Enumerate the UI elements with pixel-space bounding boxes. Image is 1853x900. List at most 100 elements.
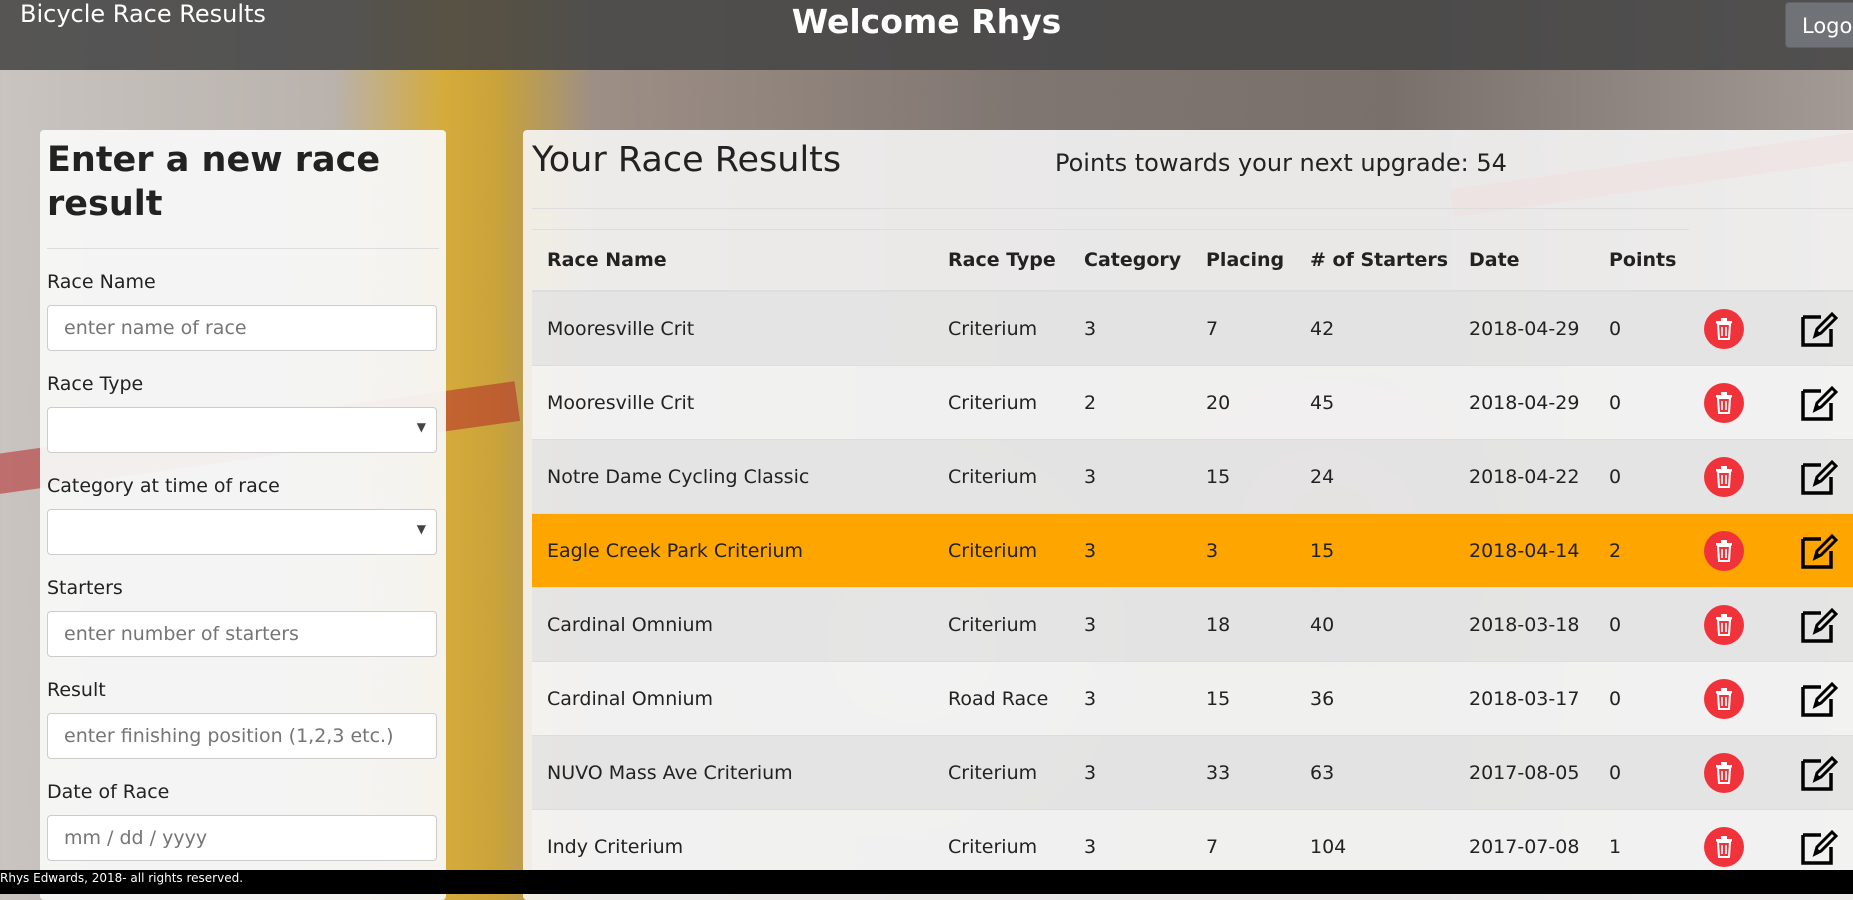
- delete-button[interactable]: [1704, 308, 1744, 349]
- edit-icon: [1799, 679, 1839, 719]
- delete-cell: [1687, 661, 1778, 736]
- column-header: # of Starters: [1295, 230, 1454, 292]
- cell-type: Criterium: [933, 513, 1069, 588]
- delete-cell: [1687, 735, 1778, 810]
- delete-button[interactable]: [1704, 530, 1744, 571]
- edit-cell: [1778, 439, 1853, 514]
- date-input[interactable]: [47, 815, 437, 861]
- cell-placing: 15: [1191, 439, 1295, 514]
- result-label: Result: [47, 679, 106, 701]
- delete-button[interactable]: [1704, 826, 1744, 867]
- edit-button[interactable]: [1799, 827, 1839, 867]
- cell-starters: 36: [1295, 661, 1454, 736]
- cell-points: 0: [1594, 290, 1687, 366]
- cell-category: 3: [1069, 439, 1191, 514]
- cell-date: 2017-08-05: [1454, 735, 1594, 810]
- cell-points: 0: [1594, 587, 1687, 662]
- delete-cell: [1687, 439, 1778, 514]
- edit-icon: [1799, 827, 1839, 867]
- cell-starters: 63: [1295, 735, 1454, 810]
- cell-starters: 45: [1295, 365, 1454, 440]
- upgrade-points-text: Points towards your next upgrade: 54: [1055, 149, 1507, 177]
- delete-button[interactable]: [1704, 678, 1744, 719]
- cell-date: 2018-03-18: [1454, 587, 1594, 662]
- edit-cell: [1778, 661, 1853, 736]
- cell-type: Criterium: [933, 439, 1069, 514]
- race-type-select[interactable]: ▼: [47, 407, 437, 453]
- edit-button[interactable]: [1799, 383, 1839, 423]
- logout-button[interactable]: Logout: [1785, 2, 1853, 48]
- edit-button[interactable]: [1799, 309, 1839, 349]
- edit-button[interactable]: [1799, 605, 1839, 645]
- cell-points: 0: [1594, 661, 1687, 736]
- cell-category: 3: [1069, 735, 1191, 810]
- delete-cell: [1687, 587, 1778, 662]
- column-header: [1687, 230, 1778, 292]
- trash-icon: [1714, 687, 1734, 711]
- race-name-input[interactable]: [47, 305, 437, 351]
- date-label: Date of Race: [47, 781, 170, 803]
- category-select[interactable]: ▼: [47, 509, 437, 555]
- cell-date: 2018-04-22: [1454, 439, 1594, 514]
- edit-icon: [1799, 605, 1839, 645]
- delete-button[interactable]: [1704, 456, 1744, 497]
- trash-icon: [1714, 317, 1734, 341]
- cell-date: 2018-04-29: [1454, 290, 1594, 366]
- cell-type: Criterium: [933, 735, 1069, 810]
- trash-icon: [1714, 761, 1734, 785]
- cell-name: Cardinal Omnium: [532, 587, 933, 662]
- cell-name: Mooresville Crit: [532, 290, 933, 366]
- cell-name: Cardinal Omnium: [532, 661, 933, 736]
- edit-cell: [1778, 513, 1853, 588]
- cell-points: 0: [1594, 439, 1687, 514]
- table-row: Mooresville Crit Criterium 2 20 45 2018-04-29…: [532, 365, 1853, 440]
- delete-button[interactable]: [1704, 752, 1744, 793]
- column-header: Placing: [1191, 230, 1295, 292]
- cell-date: 2018-04-29: [1454, 365, 1594, 440]
- cell-type: Criterium: [933, 587, 1069, 662]
- trash-icon: [1714, 465, 1734, 489]
- edit-button[interactable]: [1799, 753, 1839, 793]
- delete-button[interactable]: [1704, 604, 1744, 645]
- trash-icon: [1714, 835, 1734, 859]
- delete-cell: [1687, 365, 1778, 440]
- cell-date: 2018-03-17: [1454, 661, 1594, 736]
- edit-button[interactable]: [1799, 679, 1839, 719]
- delete-button[interactable]: [1704, 382, 1744, 423]
- cell-placing: 3: [1191, 513, 1295, 588]
- copyright-text: Rhys Edwards, 2018- all rights reserved.: [0, 871, 244, 885]
- cell-name: Mooresville Crit: [532, 365, 933, 440]
- new-result-form-panel: Enter a new race result Race Name Race T…: [40, 130, 446, 900]
- race-results-panel: Your Race Results Points towards your ne…: [523, 130, 1853, 900]
- trash-icon: [1714, 539, 1734, 563]
- column-header: Race Name: [532, 230, 933, 292]
- cell-date: 2018-04-14: [1454, 513, 1594, 588]
- results-title: Your Race Results: [532, 140, 842, 180]
- edit-button[interactable]: [1799, 531, 1839, 571]
- table-row: Eagle Creek Park Criterium Criterium 3 3 15 2…: [532, 513, 1853, 588]
- cell-placing: 20: [1191, 365, 1295, 440]
- footer: Rhys Edwards, 2018- all rights reserved.: [0, 870, 1853, 894]
- cell-type: Criterium: [933, 365, 1069, 440]
- trash-icon: [1714, 613, 1734, 637]
- table-row: NUVO Mass Ave Criterium Criterium 3 33 63 201…: [532, 735, 1853, 810]
- starters-input[interactable]: [47, 611, 437, 657]
- cell-points: 0: [1594, 735, 1687, 810]
- cell-starters: 40: [1295, 587, 1454, 662]
- edit-button[interactable]: [1799, 457, 1839, 497]
- cell-placing: 33: [1191, 735, 1295, 810]
- cell-type: Road Race: [933, 661, 1069, 736]
- cell-name: Notre Dame Cycling Classic: [532, 439, 933, 514]
- cell-category: 3: [1069, 290, 1191, 366]
- cell-placing: 7: [1191, 290, 1295, 366]
- delete-cell: [1687, 290, 1778, 366]
- edit-icon: [1799, 383, 1839, 423]
- chevron-down-icon: ▼: [416, 522, 426, 536]
- starters-label: Starters: [47, 577, 123, 599]
- cell-points: 2: [1594, 513, 1687, 588]
- trash-icon: [1714, 391, 1734, 415]
- edit-cell: [1778, 735, 1853, 810]
- table-row: Notre Dame Cycling Classic Criterium 3 15 24…: [532, 439, 1853, 514]
- result-input[interactable]: [47, 713, 437, 759]
- results-table: Race Name Race Type Category Placing # o…: [532, 230, 1853, 883]
